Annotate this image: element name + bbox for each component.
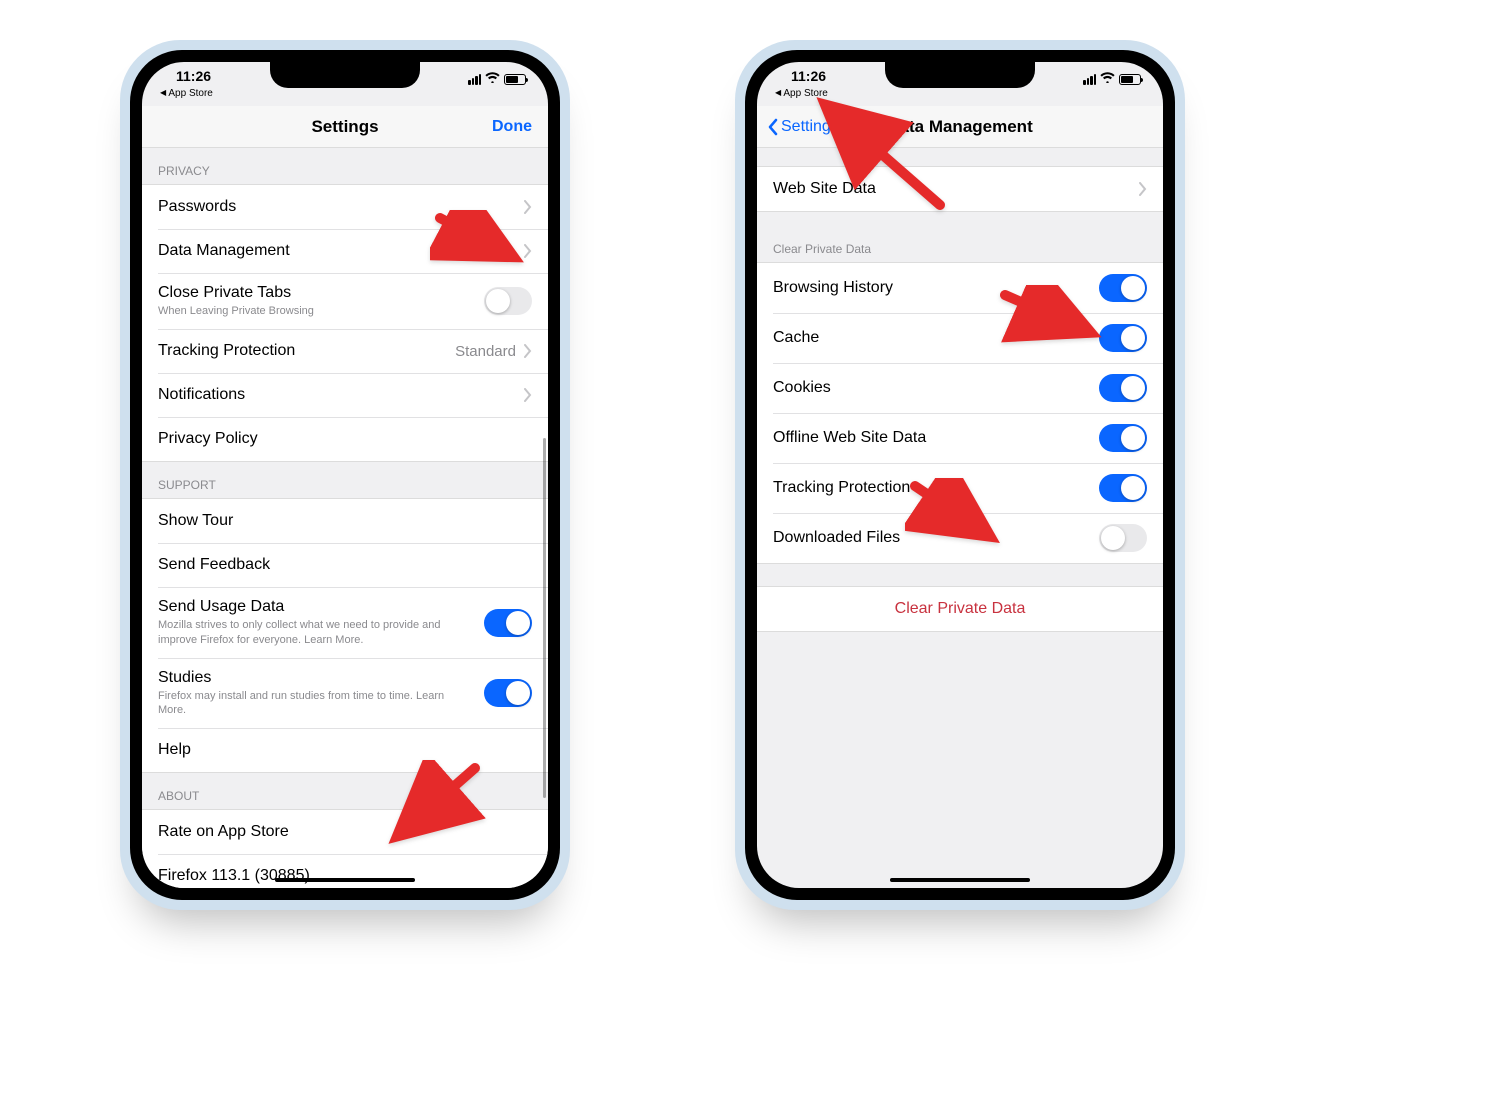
row-tracking-protection[interactable]: Tracking Protection: [757, 463, 1163, 513]
row-send-usage-data[interactable]: Send Usage Data Mozilla strives to only …: [142, 587, 548, 658]
row-studies[interactable]: Studies Firefox may install and run stud…: [142, 658, 548, 729]
toggle-cookies[interactable]: [1099, 374, 1147, 402]
row-help[interactable]: Help: [142, 728, 548, 772]
breadcrumb-app-store[interactable]: App Store: [160, 88, 213, 99]
phone-right: 11:26 App Store Settings: [735, 40, 1185, 910]
page-title: Data Management: [887, 117, 1032, 137]
toggle-send-usage-data[interactable]: [484, 609, 532, 637]
wifi-icon: [1100, 70, 1115, 88]
notch: [885, 62, 1035, 88]
toggle-cache[interactable]: [1099, 324, 1147, 352]
cellular-signal-icon: [468, 74, 481, 85]
chevron-right-icon: [524, 200, 532, 214]
section-header-support: SUPPORT: [142, 462, 548, 498]
row-close-private-tabs[interactable]: Close Private Tabs When Leaving Private …: [142, 273, 548, 329]
row-rate-app-store[interactable]: Rate on App Store: [142, 810, 548, 854]
breadcrumb-app-store[interactable]: App Store: [775, 88, 828, 99]
battery-icon: [1119, 74, 1141, 85]
row-show-tour[interactable]: Show Tour: [142, 499, 548, 543]
tracking-value: Standard: [455, 343, 516, 360]
toggle-offline-web-site-data[interactable]: [1099, 424, 1147, 452]
section-header-clear-private-data: Clear Private Data: [757, 212, 1163, 262]
row-downloaded-files[interactable]: Downloaded Files: [757, 513, 1163, 563]
scrollbar[interactable]: [543, 438, 546, 798]
chevron-right-icon: [524, 244, 532, 258]
cellular-signal-icon: [1083, 74, 1096, 85]
status-time: 11:26: [791, 68, 826, 84]
chevron-right-icon: [524, 388, 532, 402]
chevron-right-icon: [1139, 182, 1147, 196]
row-cookies[interactable]: Cookies: [757, 363, 1163, 413]
phone-left: 11:26 App Store Settings Done PRI: [120, 40, 570, 910]
toggle-close-private-tabs[interactable]: [484, 287, 532, 315]
row-send-feedback[interactable]: Send Feedback: [142, 543, 548, 587]
home-indicator: [890, 878, 1030, 882]
done-button[interactable]: Done: [492, 118, 532, 136]
row-tracking-protection[interactable]: Tracking Protection Standard: [142, 329, 548, 373]
clear-private-data-button[interactable]: Clear Private Data: [757, 587, 1163, 631]
battery-icon: [504, 74, 526, 85]
toggle-downloaded-files[interactable]: [1099, 524, 1147, 552]
row-privacy-policy[interactable]: Privacy Policy: [142, 417, 548, 461]
wifi-icon: [485, 70, 500, 88]
page-title: Settings: [311, 117, 378, 137]
notch: [270, 62, 420, 88]
back-button[interactable]: Settings: [767, 118, 839, 136]
nav-bar: Settings Done: [142, 106, 548, 148]
row-cache[interactable]: Cache: [757, 313, 1163, 363]
row-passwords[interactable]: Passwords: [142, 185, 548, 229]
status-time: 11:26: [176, 68, 211, 84]
toggle-browsing-history[interactable]: [1099, 274, 1147, 302]
row-firefox-version[interactable]: Firefox 113.1 (30885): [142, 854, 548, 888]
home-indicator: [275, 878, 415, 882]
section-header-about: ABOUT: [142, 773, 548, 809]
nav-bar: Settings Data Management: [757, 106, 1163, 148]
row-notifications[interactable]: Notifications: [142, 373, 548, 417]
row-browsing-history[interactable]: Browsing History: [757, 263, 1163, 313]
toggle-tracking-protection[interactable]: [1099, 474, 1147, 502]
row-data-management[interactable]: Data Management: [142, 229, 548, 273]
section-header-privacy: PRIVACY: [142, 148, 548, 184]
toggle-studies[interactable]: [484, 679, 532, 707]
row-offline-web-site-data[interactable]: Offline Web Site Data: [757, 413, 1163, 463]
chevron-right-icon: [524, 344, 532, 358]
row-web-site-data[interactable]: Web Site Data: [757, 167, 1163, 211]
